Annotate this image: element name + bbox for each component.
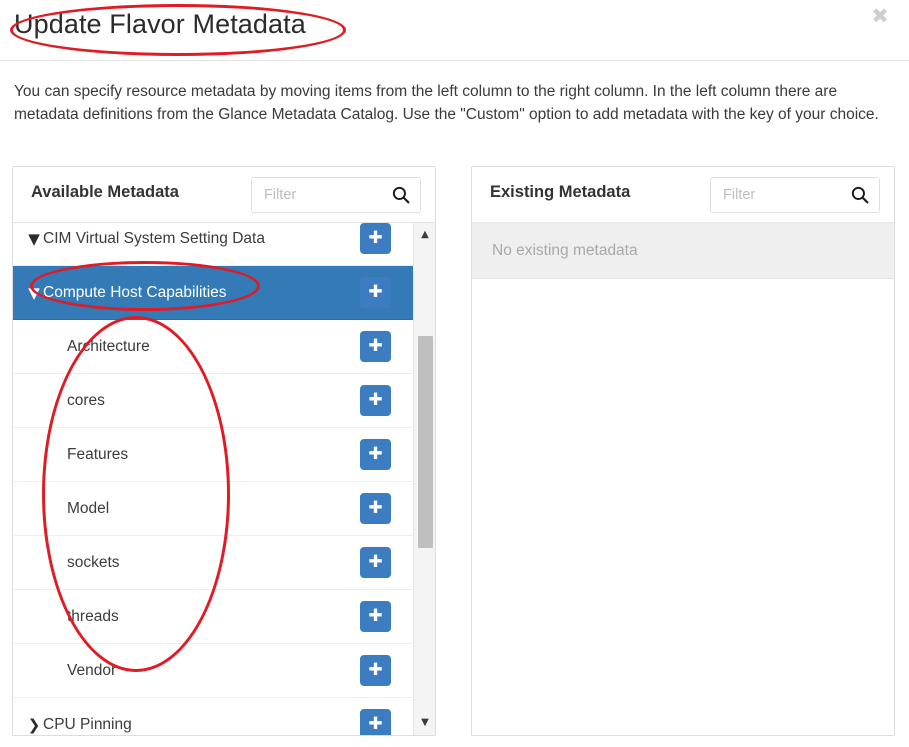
add-metadata-button[interactable]: ✚ xyxy=(360,655,391,686)
metadata-row[interactable]: Architecture ✚ xyxy=(13,320,413,374)
add-metadata-button[interactable]: ✚ xyxy=(360,439,391,470)
add-metadata-button[interactable]: ✚ xyxy=(360,331,391,362)
update-flavor-metadata-modal: Update Flavor Metadata ✖ You can specify… xyxy=(0,0,909,747)
page-title: Update Flavor Metadata xyxy=(14,9,306,39)
metadata-row-label: sockets xyxy=(67,554,120,571)
metadata-row-label: Compute Host Capabilities xyxy=(43,284,227,301)
existing-filter-input[interactable] xyxy=(711,178,851,212)
available-metadata-title: Available Metadata xyxy=(31,183,179,201)
available-filter-box[interactable] xyxy=(251,177,421,213)
add-metadata-button[interactable]: ✚ xyxy=(360,223,391,254)
scrollbar-thumb[interactable] xyxy=(418,336,433,548)
metadata-row-label: Architecture xyxy=(67,338,150,355)
plus-icon: ✚ xyxy=(368,498,383,518)
chevron-right-icon[interactable]: ❯ xyxy=(27,698,41,735)
plus-icon: ✚ xyxy=(368,444,383,464)
available-list-scrollbar[interactable]: ▲ ▼ xyxy=(413,223,435,735)
chevron-down-icon[interactable]: ▼ xyxy=(27,266,41,320)
chevron-down-icon[interactable]: ▼ xyxy=(27,223,41,266)
plus-icon: ✚ xyxy=(368,336,383,356)
metadata-row[interactable]: cores ✚ xyxy=(13,374,413,428)
plus-icon: ✚ xyxy=(368,606,383,626)
plus-icon: ✚ xyxy=(368,390,383,410)
metadata-row[interactable]: Vendor ✚ xyxy=(13,644,413,698)
empty-state-message: No existing metadata xyxy=(492,242,638,259)
modal-description: You can specify resource metadata by mov… xyxy=(14,83,879,123)
metadata-row-label: Vendor xyxy=(67,662,117,679)
metadata-row[interactable]: ▼ Compute Host Capabilities ✚ xyxy=(13,266,413,320)
metadata-row-label: CIM Virtual System Setting Data xyxy=(43,230,265,247)
plus-icon: ✚ xyxy=(368,552,383,572)
available-metadata-list: ▼ CIM Virtual System Setting Data ✚ ▼ Comput… xyxy=(13,223,435,735)
add-metadata-button[interactable]: ✚ xyxy=(360,709,391,735)
add-metadata-button[interactable]: ✚ xyxy=(360,547,391,578)
available-rows-container: ▼ CIM Virtual System Setting Data ✚ ▼ Comput… xyxy=(13,223,413,735)
plus-icon: ✚ xyxy=(368,228,383,248)
available-filter-input[interactable] xyxy=(252,178,392,212)
existing-metadata-header: Existing Metadata xyxy=(472,167,894,223)
metadata-row[interactable]: ▼ CIM Virtual System Setting Data ✚ xyxy=(13,223,413,266)
close-icon[interactable]: ✖ xyxy=(867,3,893,29)
modal-header: Update Flavor Metadata ✖ xyxy=(0,0,909,61)
scroll-down-arrow-icon[interactable]: ▼ xyxy=(414,713,435,733)
metadata-row[interactable]: threads ✚ xyxy=(13,590,413,644)
empty-state-row: No existing metadata xyxy=(472,223,894,279)
metadata-row-label: cores xyxy=(67,392,105,409)
search-icon[interactable] xyxy=(851,186,869,204)
existing-metadata-panel: Existing Metadata No existing metadata xyxy=(471,166,895,736)
existing-metadata-list: No existing metadata xyxy=(472,223,894,735)
search-icon[interactable] xyxy=(392,186,410,204)
available-metadata-header: Available Metadata xyxy=(13,167,435,223)
add-metadata-button[interactable]: ✚ xyxy=(360,385,391,416)
metadata-row[interactable]: ❯ CPU Pinning ✚ xyxy=(13,698,413,735)
existing-filter-box[interactable] xyxy=(710,177,880,213)
add-metadata-button[interactable]: ✚ xyxy=(360,493,391,524)
metadata-row-label: threads xyxy=(67,608,119,625)
metadata-row-label: Features xyxy=(67,446,129,463)
plus-icon: ✚ xyxy=(368,714,383,734)
plus-icon: ✚ xyxy=(368,660,383,680)
metadata-row[interactable]: Model ✚ xyxy=(13,482,413,536)
metadata-row-label: CPU Pinning xyxy=(43,716,132,733)
scroll-up-arrow-icon[interactable]: ▲ xyxy=(414,225,435,245)
add-metadata-button[interactable]: ✚ xyxy=(360,277,391,308)
plus-icon: ✚ xyxy=(368,282,383,302)
metadata-row[interactable]: sockets ✚ xyxy=(13,536,413,590)
metadata-row-label: Model xyxy=(67,500,110,517)
add-metadata-button[interactable]: ✚ xyxy=(360,601,391,632)
existing-metadata-title: Existing Metadata xyxy=(490,183,631,201)
available-metadata-panel: Available Metadata ▼CIM Virtual System S… xyxy=(12,166,436,736)
metadata-row[interactable]: Features ✚ xyxy=(13,428,413,482)
